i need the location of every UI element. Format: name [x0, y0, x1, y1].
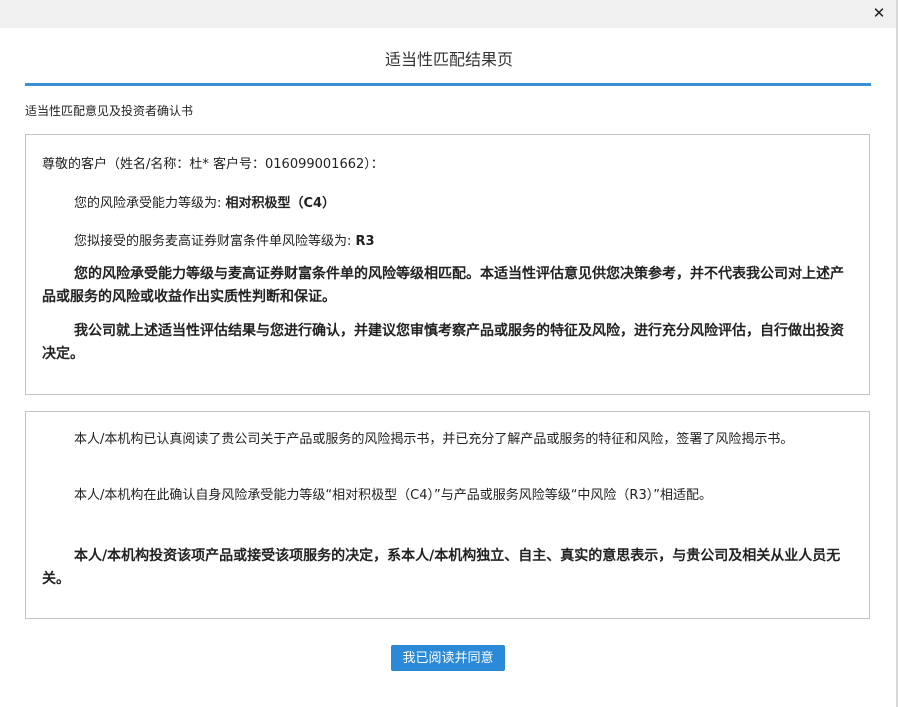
page-title: 适当性匹配结果页	[384, 50, 513, 69]
product-risk-value: R3	[355, 234, 375, 249]
risk-capacity-line: 您的风险承受能力等级为: 相对积极型（C4）	[74, 192, 335, 211]
window-title-bar: ✕	[0, 0, 898, 28]
confirmation-para-1: 本人/本机构已认真阅读了贵公司关于产品或服务的风险揭示书，并已充分了解产品或服务…	[74, 432, 794, 447]
close-icon[interactable]: ✕	[870, 4, 888, 22]
product-risk-label: 您拟接受的服务麦高证券财富条件单风险等级为:	[74, 234, 356, 249]
agree-button[interactable]: 我已阅读并同意	[391, 645, 505, 671]
product-risk-line: 您拟接受的服务麦高证券财富条件单风险等级为: R3	[74, 230, 375, 249]
risk-capacity-value: 相对积极型（C4）	[225, 196, 336, 211]
opinion-panel: 尊敬的客户（姓名/名称：杜* 客户号：016099001662）： 您的风险承受…	[25, 134, 870, 395]
confirmation-para-3: 本人/本机构投资该项产品或接受该项服务的决定，系本人/本机构独立、自主、真实的意…	[42, 548, 841, 587]
section-label: 适当性匹配意见及投资者确认书	[25, 104, 194, 118]
confirmation-para-2: 本人/本机构在此确认自身风险承受能力等级“相对积极型（C4）”与产品或服务风险等…	[74, 488, 712, 503]
match-statement: 您的风险承受能力等级与麦高证券财富条件单的风险等级相匹配。本适当性评估意见供您决…	[42, 266, 844, 305]
title-divider	[25, 83, 871, 86]
investor-confirmation-panel: 本人/本机构已认真阅读了贵公司关于产品或服务的风险揭示书，并已充分了解产品或服务…	[25, 411, 870, 619]
confirm-statement: 我公司就上述适当性评估结果与您进行确认，并建议您审慎考察产品或服务的特征及风险，…	[42, 323, 844, 362]
risk-capacity-label: 您的风险承受能力等级为:	[74, 196, 226, 211]
customer-greeting: 尊敬的客户（姓名/名称：杜* 客户号：016099001662）：	[42, 157, 384, 172]
